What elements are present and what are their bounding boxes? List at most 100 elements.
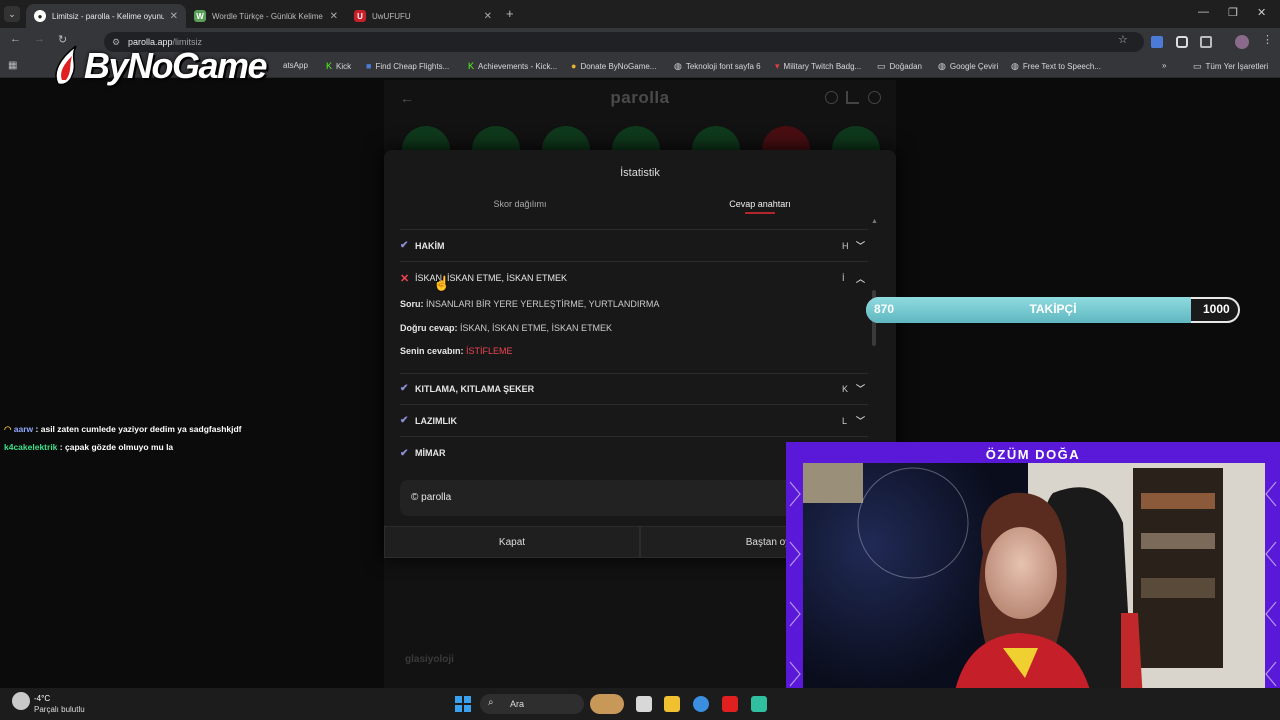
modal-title: İstatistik (620, 167, 660, 179)
search-icon: ⌕ (488, 697, 494, 708)
bookmark-star-icon[interactable]: ☆ (1118, 33, 1128, 46)
chat-username: aarw (13, 424, 34, 434)
bookmark-achievements[interactable]: K Achievements - Kick... (468, 61, 557, 71)
taskbar-search[interactable]: Ara (480, 694, 584, 714)
weather-text: Parçalı bulutlu (34, 705, 85, 714)
bookmark-kick[interactable]: K Kick (326, 61, 351, 71)
mouse-cursor-icon: ☝ (433, 275, 451, 291)
close-icon[interactable]: ✕ (170, 11, 178, 22)
donate-icon: ● (571, 61, 577, 71)
answer-row[interactable]: ✔ LAZIMLIK L ﹀ (400, 405, 868, 437)
forward-arrow-icon[interactable]: → (34, 33, 45, 45)
globe-icon: ◍ (938, 61, 946, 71)
user-icon[interactable] (868, 91, 881, 104)
back-arrow-icon[interactable]: ← (10, 33, 21, 45)
tab-title: UwUFUFU (372, 11, 411, 21)
close-window-icon[interactable]: ✕ (1257, 6, 1266, 19)
windows-start-icon[interactable] (455, 696, 471, 712)
emote-icon: ◠ (4, 424, 12, 434)
translate-extension-icon[interactable] (1151, 36, 1163, 48)
chrome-icon[interactable] (693, 696, 709, 712)
chat-text: : asil zaten cumlede yaziyor dedim ya sa… (35, 424, 242, 434)
bynogame-wordmark: ByNoGame (84, 45, 268, 86)
tab-search-button[interactable]: ⌄ (4, 6, 20, 22)
bookmark-folder-dogadan[interactable]: ▭ Doğadan (877, 61, 922, 72)
restore-icon[interactable]: ❐ (1228, 6, 1238, 19)
kick-icon: K (326, 61, 333, 71)
tab-score-distribution[interactable]: Skor dağılımı (384, 199, 656, 209)
new-tab-plus-icon[interactable]: + (506, 6, 514, 21)
your-answer-detail: Senin cevabın: İSTİFLEME (400, 346, 513, 356)
menu-dots-icon[interactable]: ⋮ (1262, 33, 1273, 46)
answer-row[interactable]: ✔ HAKİM H ﹀ (400, 230, 868, 262)
follower-target: 1000 (1203, 302, 1230, 316)
tab-wordle[interactable]: W Wordle Türkçe - Günlük Kelime ✕ (186, 4, 346, 28)
question-detail: Soru: İNSANLARI BİR YERE YERLEŞTİRME, YU… (400, 299, 660, 309)
follower-label: TAKİPÇİ (1029, 302, 1077, 316)
hint-word: glasiyoloji (405, 654, 454, 665)
bookmarks-overflow-icon[interactable]: » (1162, 61, 1166, 70)
tab-uwufufu[interactable]: U UwUFUFU ✕ (346, 4, 500, 28)
globe-icon: ◍ (674, 61, 682, 71)
chevron-down-icon: ﹀ (856, 416, 866, 426)
weather-temp: -4°C (34, 694, 51, 703)
parolla-favicon-icon: ● (34, 10, 46, 22)
answer-row-expanded[interactable]: ✕ İSKAN, İSKAN ETME, İSKAN ETMEK İ ︿ (400, 262, 868, 294)
wordle-favicon-icon: W (194, 10, 206, 22)
cross-icon: ✕ (400, 272, 410, 285)
chat-text: : çapak gözde olmuyo mu la (59, 442, 174, 452)
task-view-icon[interactable] (636, 696, 652, 712)
youtube-icon[interactable] (722, 696, 738, 712)
webcam-video (803, 463, 1265, 701)
page-title: parolla (610, 88, 670, 107)
folder-icon: ▭ (877, 61, 886, 71)
flights-icon: ■ (366, 61, 372, 71)
close-icon[interactable]: ✕ (330, 11, 338, 22)
follower-current: 870 (874, 302, 895, 316)
chat-message: k4cakelektrik : çapak gözde olmuyo mu la (4, 442, 173, 452)
tab-title: Wordle Türkçe - Günlük Kelime (212, 11, 323, 21)
check-icon: ✔ (400, 383, 409, 394)
bookmark-flights[interactable]: ■ Find Cheap Flights... (366, 61, 449, 71)
info-icon[interactable] (825, 91, 838, 104)
answer-row[interactable]: ✔ KITLAMA, KITLAMA ŞEKER K ﹀ (400, 373, 868, 405)
check-icon: ✔ (400, 240, 409, 251)
profile-avatar[interactable] (1235, 35, 1249, 49)
chevron-up-icon: ︿ (856, 273, 866, 284)
bynogame-flame-icon (50, 44, 84, 88)
bookmark-google-ceviri[interactable]: ◍ Google Çeviri (938, 61, 998, 72)
widget-food-icon[interactable] (590, 694, 624, 714)
folder-icon: ▭ (1193, 61, 1202, 71)
minimize-icon[interactable]: — (1198, 6, 1209, 18)
chat-username: k4cakelektrik (4, 442, 58, 452)
tab-answer-key[interactable]: Cevap anahtarı (620, 199, 900, 209)
bookmark-military[interactable]: ▾ Military Twitch Badg... (775, 61, 861, 72)
apps-grid-icon[interactable]: ▦ (8, 60, 17, 71)
bookmark-teknoloji[interactable]: ◍ Teknoloji font sayfa 6 (674, 61, 761, 72)
scroll-up-icon[interactable]: ▲ (871, 218, 878, 225)
stats-chart-icon[interactable] (846, 91, 859, 104)
badge-icon: ▾ (775, 61, 780, 71)
bynogame-logo: ByNoGame (50, 44, 295, 88)
uwufufu-favicon-icon: U (354, 10, 366, 22)
chevron-down-icon: ﹀ (856, 384, 866, 394)
app-icon[interactable] (751, 696, 767, 712)
file-explorer-icon[interactable] (664, 696, 680, 712)
check-icon: ✔ (400, 447, 409, 459)
check-icon: ✔ (400, 415, 409, 426)
all-bookmarks-folder[interactable]: ▭ Tüm Yer İşaretleri (1193, 61, 1268, 72)
close-icon[interactable]: ✕ (484, 11, 492, 22)
weather-icon[interactable] (12, 692, 30, 710)
tab-title: Limitsiz - parolla - Kelime oyunu (52, 11, 164, 21)
bookmark-donate[interactable]: ● Donate ByNoGame... (571, 61, 656, 71)
streamer-name: ÖZÜM DOĞA (985, 447, 1081, 462)
extensions-puzzle-icon[interactable] (1200, 36, 1212, 48)
tab-parolla[interactable]: ● Limitsiz - parolla - Kelime oyunu ✕ (26, 4, 186, 28)
chevron-down-icon: ﹀ (856, 241, 866, 251)
close-button[interactable]: Kapat (384, 526, 640, 558)
kick-icon: K (468, 61, 475, 71)
bookmark-tts[interactable]: ◍ Free Text to Speech... (1011, 61, 1101, 72)
globe-icon: ◍ (1011, 61, 1019, 71)
copyright-footer: © parolla (400, 480, 800, 516)
extension-icon[interactable] (1176, 36, 1188, 48)
